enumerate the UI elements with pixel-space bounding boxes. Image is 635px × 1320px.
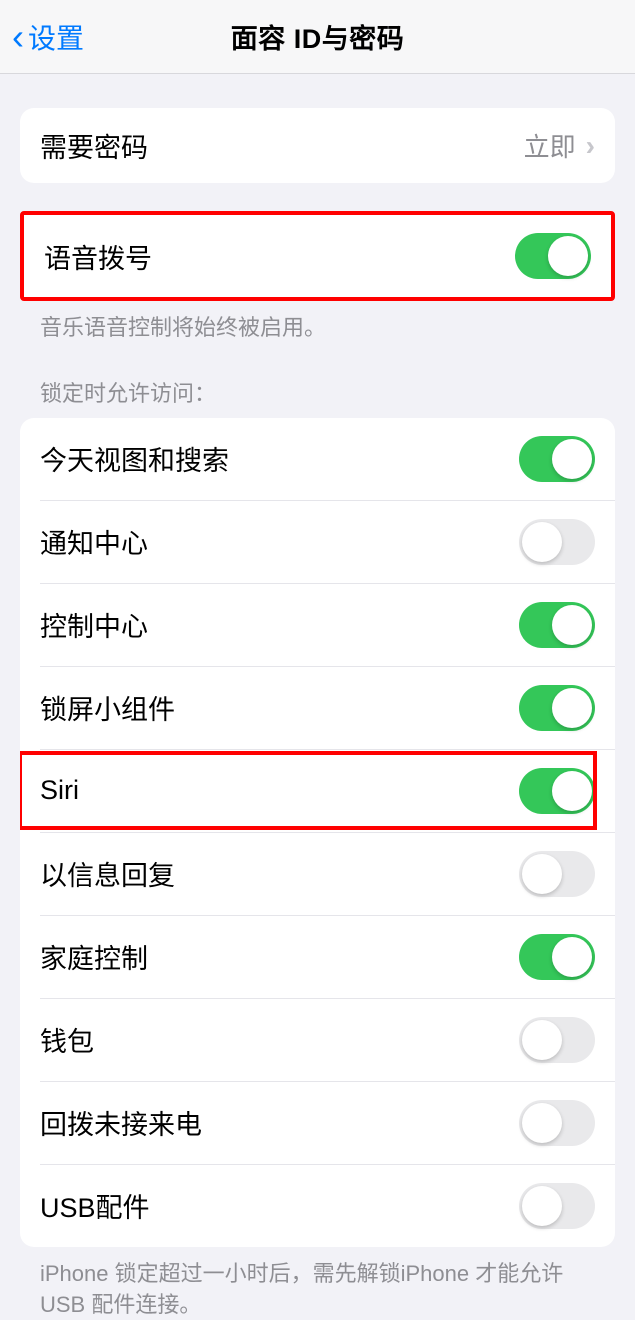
- passcode-group: 需要密码 立即 ›: [20, 108, 615, 183]
- locked-access-row: 今天视图和搜索: [20, 418, 615, 500]
- locked-access-item-label: 以信息回复: [40, 854, 175, 893]
- toggle-knob-icon: [552, 771, 592, 811]
- locked-access-toggle[interactable]: [519, 768, 595, 814]
- toggle-knob-icon: [522, 522, 562, 562]
- locked-access-toggle[interactable]: [519, 685, 595, 731]
- require-passcode-value: 立即: [524, 127, 576, 164]
- toggle-knob-icon: [522, 854, 562, 894]
- locked-access-row: Siri: [40, 749, 615, 832]
- locked-access-row: 钱包: [40, 998, 615, 1081]
- page-title: 面容 ID与密码: [231, 17, 405, 56]
- toggle-knob-icon: [522, 1103, 562, 1143]
- locked-access-toggle[interactable]: [519, 602, 595, 648]
- locked-access-item-label: 控制中心: [40, 605, 148, 644]
- locked-access-row: 家庭控制: [40, 915, 615, 998]
- locked-access-row: 以信息回复: [40, 832, 615, 915]
- toggle-knob-icon: [548, 236, 588, 276]
- voice-dial-group: 语音拨号: [20, 211, 615, 301]
- locked-access-toggle[interactable]: [519, 519, 595, 565]
- locked-access-item-label: 通知中心: [40, 522, 148, 561]
- locked-access-item-label: 今天视图和搜索: [40, 439, 229, 478]
- locked-access-row: 通知中心: [40, 500, 615, 583]
- require-passcode-detail: 立即 ›: [524, 127, 595, 164]
- locked-access-toggle[interactable]: [519, 1017, 595, 1063]
- back-button[interactable]: ‹ 设置: [0, 17, 84, 57]
- locked-access-item-label: Siri: [40, 775, 79, 806]
- toggle-knob-icon: [552, 605, 592, 645]
- chevron-left-icon: ‹: [12, 19, 24, 55]
- require-passcode-row[interactable]: 需要密码 立即 ›: [20, 108, 615, 183]
- voice-dial-row: 语音拨号: [24, 215, 611, 297]
- toggle-knob-icon: [522, 1186, 562, 1226]
- locked-access-footer: iPhone 锁定超过一小时后，需先解锁iPhone 才能允许USB 配件连接。: [20, 1247, 615, 1320]
- require-passcode-label: 需要密码: [40, 126, 148, 165]
- locked-access-header: 锁定时允许访问：: [20, 344, 615, 418]
- locked-access-group: 今天视图和搜索通知中心控制中心锁屏小组件 Siri 以信息回复家庭控制钱包回拨未接来…: [20, 418, 615, 1247]
- locked-access-item-label: 回拨未接来电: [40, 1103, 202, 1142]
- locked-access-toggle[interactable]: [519, 436, 595, 482]
- locked-access-item-label: 家庭控制: [40, 937, 148, 976]
- locked-access-row: 回拨未接来电: [40, 1081, 615, 1164]
- toggle-knob-icon: [522, 1020, 562, 1060]
- locked-access-item-label: 钱包: [40, 1020, 94, 1059]
- locked-access-toggle[interactable]: [519, 1183, 595, 1229]
- locked-access-item-label: USB配件: [40, 1186, 150, 1225]
- locked-access-row: 锁屏小组件: [40, 666, 615, 749]
- locked-access-toggle[interactable]: [519, 851, 595, 897]
- toggle-knob-icon: [552, 439, 592, 479]
- voice-dial-label: 语音拨号: [44, 237, 152, 276]
- toggle-knob-icon: [552, 688, 592, 728]
- navigation-header: ‹ 设置 面容 ID与密码: [0, 0, 635, 74]
- toggle-knob-icon: [552, 937, 592, 977]
- locked-access-row: USB配件: [40, 1164, 615, 1247]
- locked-access-toggle[interactable]: [519, 1100, 595, 1146]
- locked-access-row: 控制中心: [40, 583, 615, 666]
- voice-dial-toggle[interactable]: [515, 233, 591, 279]
- locked-access-item-label: 锁屏小组件: [40, 688, 175, 727]
- voice-dial-footer: 音乐语音控制将始终被启用。: [20, 301, 615, 344]
- chevron-right-icon: ›: [586, 130, 595, 162]
- locked-access-toggle[interactable]: [519, 934, 595, 980]
- back-label: 设置: [28, 17, 84, 57]
